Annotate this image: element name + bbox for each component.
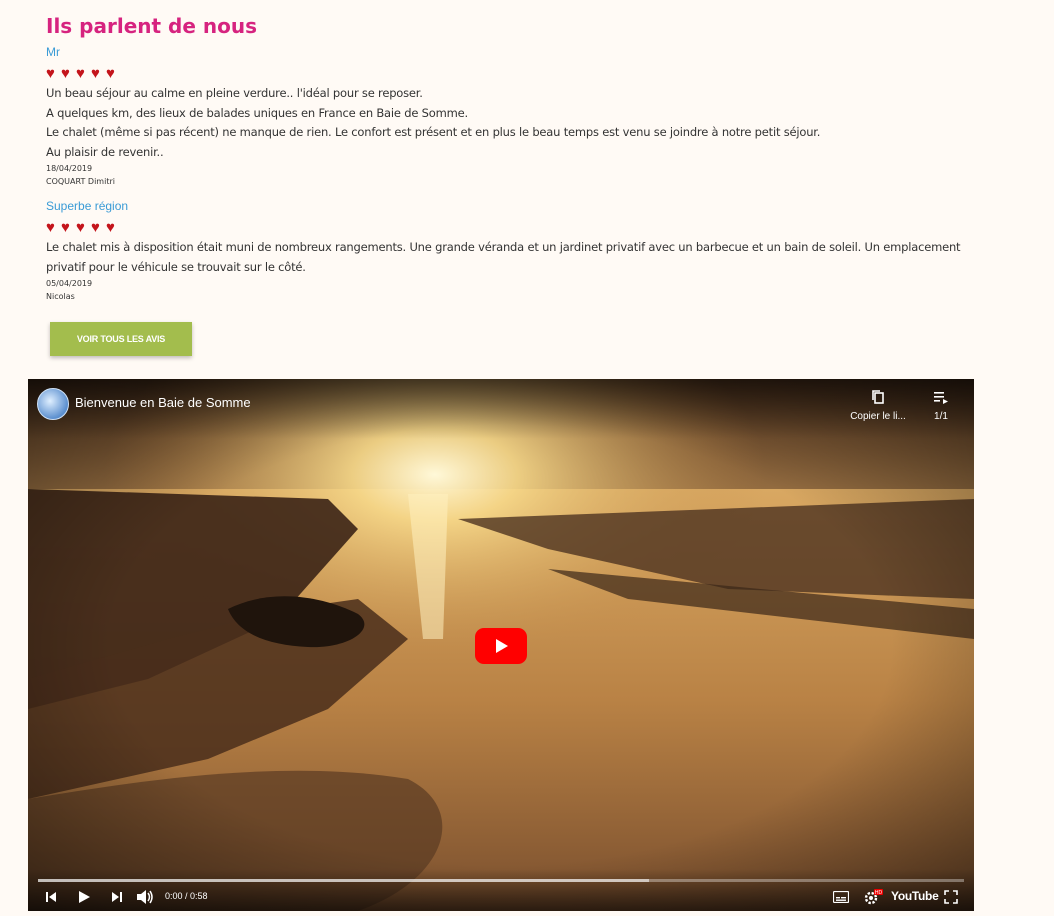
volume-button[interactable]	[136, 887, 154, 907]
heart-icon: ♥	[76, 64, 85, 82]
review-date: 18/04/2019	[46, 164, 93, 173]
video-title[interactable]: Bienvenue en Baie de Somme	[75, 395, 251, 410]
see-all-reviews-button[interactable]: VOIR TOUS LES AVIS	[50, 322, 192, 356]
review-line: privatif pour le véhicule se trouvait su…	[46, 259, 306, 274]
copy-link-label: Copier le li...	[850, 411, 906, 422]
gear-icon: HD	[864, 889, 883, 905]
review-date: 05/04/2019	[46, 279, 93, 288]
fullscreen-button[interactable]	[944, 887, 958, 907]
fullscreen-icon	[944, 890, 958, 904]
heart-icon: ♥	[46, 64, 55, 82]
heart-icon: ♥	[61, 64, 70, 82]
review-text: Un beau séjour au calme en pleine verdur…	[46, 84, 1006, 162]
heart-icon: ♥	[91, 64, 100, 82]
progress-bar-fill	[38, 879, 650, 882]
playlist-count: 1/1	[934, 411, 948, 422]
settings-button[interactable]: HD	[863, 887, 883, 907]
heart-icon: ♥	[106, 64, 115, 82]
next-icon	[112, 892, 122, 902]
rating-hearts: ♥ ♥ ♥ ♥ ♥	[46, 218, 1006, 236]
section-title: Ils parlent de nous	[46, 14, 257, 38]
review-line: Au plaisir de revenir..	[46, 144, 164, 159]
review-item: Mr ♥ ♥ ♥ ♥ ♥ Un beau séjour au calme en …	[46, 44, 1006, 188]
rating-hearts: ♥ ♥ ♥ ♥ ♥	[46, 64, 1006, 82]
playlist-icon	[934, 392, 948, 404]
play-icon	[79, 891, 90, 903]
heart-icon: ♥	[76, 218, 85, 236]
review-line: Le chalet (même si pas récent) ne manque…	[46, 125, 821, 139]
previous-icon	[46, 892, 56, 902]
review-author: Nicolas	[46, 292, 75, 301]
play-pause-button[interactable]	[77, 887, 91, 907]
copy-icon	[872, 390, 884, 404]
review-line: Le chalet mis à disposition était muni d…	[46, 240, 961, 254]
subtitles-icon	[833, 891, 849, 903]
progress-bar[interactable]	[38, 879, 964, 882]
heart-icon: ♥	[46, 218, 55, 236]
playlist-button[interactable]: 1/1	[924, 389, 958, 422]
review-text: Le chalet mis à disposition était muni d…	[46, 238, 1006, 277]
video-player[interactable]: Bienvenue en Baie de Somme Copier le li.…	[28, 379, 974, 911]
heart-icon: ♥	[61, 218, 70, 236]
heart-icon: ♥	[91, 218, 100, 236]
reviews-section: Ils parlent de nous Mr ♥ ♥ ♥ ♥ ♥ Un beau…	[46, 12, 1006, 309]
previous-button[interactable]	[44, 887, 58, 907]
subtitles-button[interactable]	[833, 887, 849, 907]
next-button[interactable]	[110, 887, 124, 907]
youtube-logo[interactable]: YouTube	[891, 889, 939, 903]
review-author: COQUART Dimitri	[46, 177, 115, 186]
review-item: Superbe région ♥ ♥ ♥ ♥ ♥ Le chalet mis à…	[46, 198, 1006, 303]
channel-avatar[interactable]	[37, 388, 69, 420]
hd-badge: HD	[875, 890, 883, 896]
copy-link-button[interactable]: Copier le li...	[848, 389, 908, 422]
review-title: Superbe région	[46, 199, 129, 213]
time-display: 0:00 / 0:58	[165, 891, 208, 901]
review-title: Mr	[46, 45, 60, 59]
review-line: Un beau séjour au calme en pleine verdur…	[46, 86, 423, 100]
play-button-icon[interactable]	[475, 628, 527, 664]
review-line: A quelques km, des lieux de balades uniq…	[46, 105, 468, 120]
volume-icon	[137, 890, 153, 904]
heart-icon: ♥	[106, 218, 115, 236]
